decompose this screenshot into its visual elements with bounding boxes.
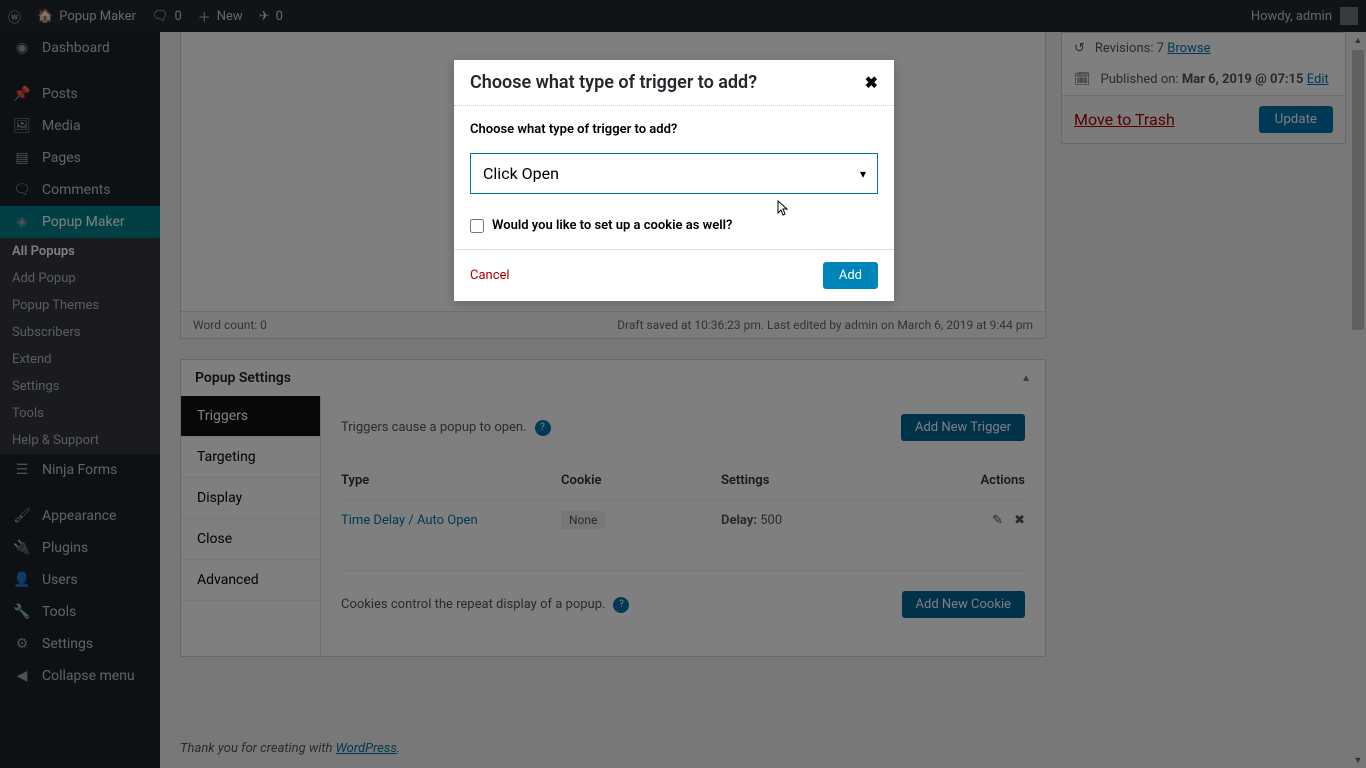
trigger-type-select[interactable]: Click Open	[470, 153, 878, 194]
close-icon[interactable]: ✖	[865, 73, 878, 92]
cookie-checkbox[interactable]	[470, 219, 484, 233]
trigger-type-modal: Choose what type of trigger to add? ✖ Ch…	[454, 60, 894, 301]
add-button[interactable]: Add	[823, 262, 878, 289]
cookie-checkbox-row[interactable]: Would you like to set up a cookie as wel…	[470, 218, 878, 233]
cookie-question: Would you like to set up a cookie as wel…	[492, 218, 732, 233]
modal-field-label: Choose what type of trigger to add?	[470, 122, 878, 137]
cancel-button[interactable]: Cancel	[470, 268, 510, 283]
modal-title: Choose what type of trigger to add?	[470, 72, 757, 93]
